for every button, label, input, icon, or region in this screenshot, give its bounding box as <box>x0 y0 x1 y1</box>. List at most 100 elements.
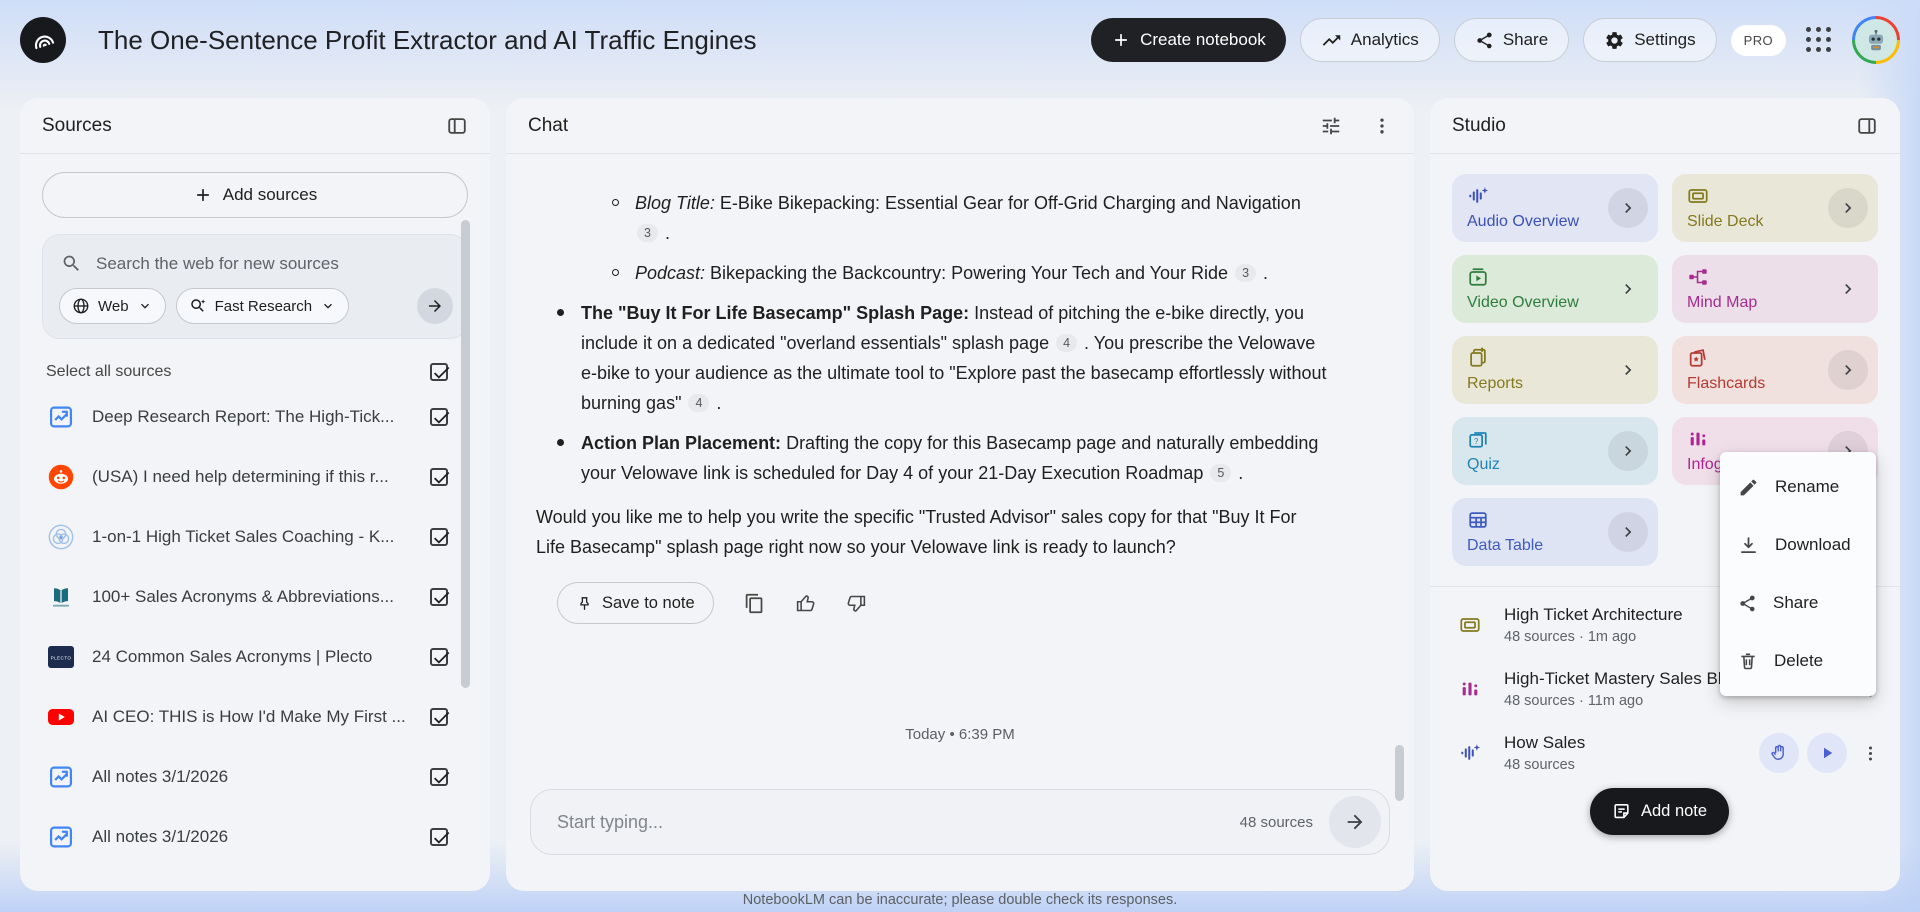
citation-chip[interactable]: 4 <box>1056 334 1077 352</box>
thumbs-down-icon[interactable] <box>846 593 867 614</box>
play-button[interactable] <box>1807 733 1847 773</box>
studio-artifact-row[interactable]: How Sales48 sources <box>1430 721 1900 785</box>
svg-text:PLECTO: PLECTO <box>51 656 72 661</box>
analytics-button[interactable]: Analytics <box>1300 18 1440 62</box>
studio-tile-label: Audio Overview <box>1467 213 1579 231</box>
quiz-icon: ? <box>1467 428 1500 450</box>
studio-tile-label: Quiz <box>1467 456 1500 474</box>
source-list-item[interactable]: 100+ Sales Acronyms & Abbreviations... <box>42 567 468 627</box>
artifact-title: How Sales <box>1504 733 1741 753</box>
menu-item-rename[interactable]: Rename <box>1720 458 1876 516</box>
account-avatar[interactable] <box>1852 16 1900 64</box>
collapse-studio-panel-icon[interactable] <box>1856 115 1878 137</box>
source-title: (USA) I need help determining if this r.… <box>92 467 414 487</box>
note-icon <box>1612 802 1631 821</box>
chat-bullet-item: Action Plan Placement: Drafting the copy… <box>536 428 1328 488</box>
artifact-more-menu-icon[interactable] <box>1855 738 1886 769</box>
web-filter-dropdown[interactable]: Web <box>59 288 166 324</box>
chevron-right-icon[interactable] <box>1608 431 1648 471</box>
chat-message: Blog Title: E-Bike Bikepacking: Essentia… <box>506 154 1414 624</box>
studio-tile-audio-overview[interactable]: Audio Overview <box>1452 174 1658 242</box>
source-checkbox[interactable] <box>430 468 448 486</box>
studio-tile-flashcards[interactable]: Flashcards <box>1672 336 1878 404</box>
studio-tile-data-table[interactable]: Data Table <box>1452 498 1658 566</box>
interactive-mode-button[interactable] <box>1759 733 1799 773</box>
chat-scrollbar[interactable] <box>1395 745 1404 801</box>
studio-tile-quiz[interactable]: ? Quiz <box>1452 417 1658 485</box>
source-list-item[interactable]: AI CEO: THIS is How I'd Make My First ..… <box>42 687 468 747</box>
source-list-item[interactable]: Deep Research Report: The High-Tick... <box>42 387 468 447</box>
thumbs-up-icon[interactable] <box>795 593 816 614</box>
mind-map-icon <box>1687 266 1757 288</box>
slide-deck-icon <box>1687 185 1763 207</box>
select-all-checkbox[interactable] <box>430 363 448 381</box>
research-mode-dropdown[interactable]: Fast Research <box>176 288 350 324</box>
settings-button[interactable]: Settings <box>1583 18 1716 62</box>
menu-item-label: Download <box>1775 535 1851 555</box>
chevron-right-icon[interactable] <box>1608 350 1648 390</box>
source-list-item[interactable]: PLECTO 24 Common Sales Acronyms | Plecto <box>42 627 468 687</box>
chevron-right-icon[interactable] <box>1828 188 1868 228</box>
menu-item-download[interactable]: Download <box>1720 516 1876 574</box>
chat-settings-icon[interactable] <box>1320 115 1342 137</box>
source-list-item[interactable]: All notes 3/1/2026 <box>42 747 468 807</box>
trending-up-icon <box>1321 30 1342 51</box>
citation-chip[interactable]: 4 <box>688 394 709 412</box>
chevron-right-icon[interactable] <box>1608 269 1648 309</box>
studio-tile-mind-map[interactable]: Mind Map <box>1672 255 1878 323</box>
source-list-item[interactable]: All notes 3/1/2026 <box>42 807 468 867</box>
citation-chip[interactable]: 3 <box>637 224 658 242</box>
studio-panel-title: Studio <box>1452 115 1506 137</box>
menu-item-delete[interactable]: Delete <box>1720 632 1876 690</box>
report-source-icon <box>46 822 76 852</box>
chat-input[interactable]: Start typing... 48 sources <box>530 789 1390 855</box>
create-notebook-button[interactable]: Create notebook <box>1091 18 1286 62</box>
save-to-note-button[interactable]: Save to note <box>557 582 714 624</box>
studio-tile-reports[interactable]: Reports <box>1452 336 1658 404</box>
notebooklm-logo-icon[interactable] <box>20 17 66 63</box>
globe-icon <box>72 297 90 315</box>
share-icon <box>1475 31 1494 50</box>
app-header: The One-Sentence Profit Extractor and AI… <box>0 0 1920 80</box>
source-checkbox[interactable] <box>430 528 448 546</box>
add-sources-button[interactable]: Add sources <box>42 172 468 218</box>
menu-item-share[interactable]: Share <box>1720 574 1876 632</box>
source-title: 24 Common Sales Acronyms | Plecto <box>92 647 414 667</box>
source-title: Deep Research Report: The High-Tick... <box>92 407 414 427</box>
source-checkbox[interactable] <box>430 708 448 726</box>
source-checkbox[interactable] <box>430 588 448 606</box>
studio-tile-slide-deck[interactable]: Slide Deck <box>1672 174 1878 242</box>
flashcards-icon <box>1687 347 1765 369</box>
chat-bullet-item: The "Buy It For Life Basecamp" Splash Pa… <box>536 298 1328 418</box>
search-input[interactable]: Search the web for new sources <box>96 254 339 274</box>
chevron-right-icon[interactable] <box>1608 512 1648 552</box>
source-checkbox[interactable] <box>430 828 448 846</box>
copy-icon[interactable] <box>744 593 765 614</box>
artifact-type-icon <box>1454 614 1486 636</box>
chevron-right-icon[interactable] <box>1828 269 1868 309</box>
source-list-item[interactable]: (USA) I need help determining if this r.… <box>42 447 468 507</box>
google-apps-grid-icon[interactable] <box>1806 27 1832 53</box>
reddit-source-icon <box>46 462 76 492</box>
chat-more-menu-icon[interactable] <box>1372 116 1392 136</box>
svg-text:?: ? <box>1474 437 1479 446</box>
source-list-item[interactable]: 1-on-1 High Ticket Sales Coaching - K... <box>42 507 468 567</box>
citation-chip[interactable]: 5 <box>1210 464 1231 482</box>
notebook-title[interactable]: The One-Sentence Profit Extractor and AI… <box>98 25 757 56</box>
studio-tile-video-overview[interactable]: Video Overview <box>1452 255 1658 323</box>
chevron-right-icon[interactable] <box>1828 350 1868 390</box>
video-overview-icon <box>1467 266 1579 288</box>
add-note-button[interactable]: Add note <box>1590 788 1729 835</box>
submit-search-button[interactable] <box>417 288 453 324</box>
share-button[interactable]: Share <box>1454 18 1569 62</box>
sources-scrollbar[interactable] <box>461 220 470 688</box>
source-checkbox[interactable] <box>430 408 448 426</box>
pro-badge: PRO <box>1731 25 1786 56</box>
source-checkbox[interactable] <box>430 768 448 786</box>
pushpin-icon <box>576 595 593 612</box>
send-button[interactable] <box>1329 796 1381 848</box>
collapse-sources-panel-icon[interactable] <box>446 115 468 137</box>
citation-chip[interactable]: 3 <box>1235 264 1256 282</box>
source-checkbox[interactable] <box>430 648 448 666</box>
chevron-right-icon[interactable] <box>1608 188 1648 228</box>
